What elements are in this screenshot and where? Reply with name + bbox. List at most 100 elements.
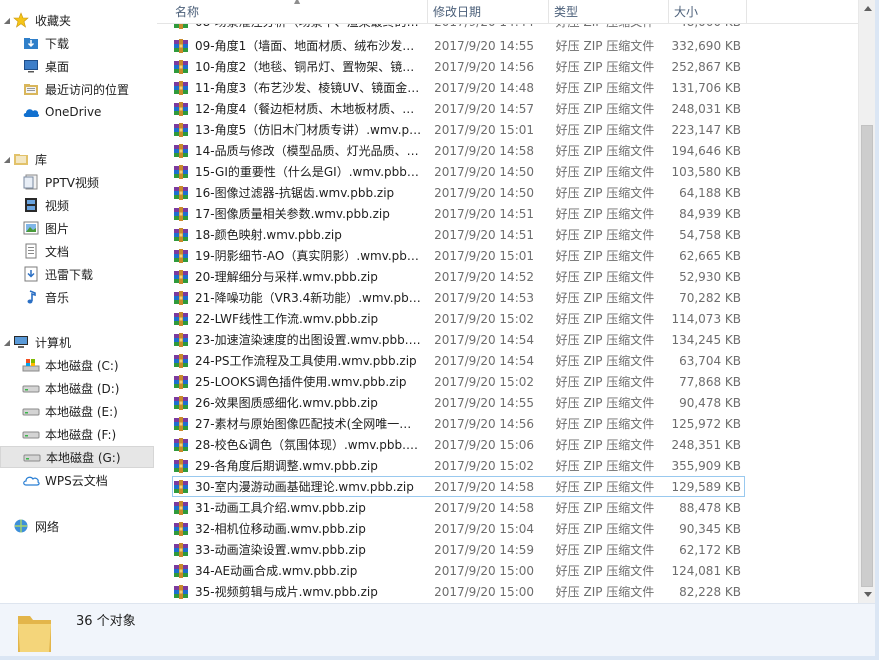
file-name: 24-PS工作流程及工具使用.wmv.pbb.zip	[195, 354, 417, 368]
nav-recent[interactable]: 最近访问的位置	[12, 78, 129, 100]
file-row[interactable]: 21-降噪功能（VR3.4新功能）.wmv.pbb… 2017/9/20 14:5…	[172, 287, 745, 308]
nav-wps-cloud[interactable]: WPS云文档	[12, 469, 108, 491]
recent-places-icon	[22, 81, 40, 97]
file-name-cell: 28-校色&调色（氛围体现）.wmv.pbb.zip	[173, 436, 428, 453]
file-name-cell: 16-图像过滤器-抗锯齿.wmv.pbb.zip	[173, 184, 428, 201]
file-date: 2017/9/20 15:01	[434, 248, 535, 263]
file-row[interactable]: 15-GI的重要性（什么是GI）.wmv.pbb… 2017/9/20 14:50…	[172, 161, 745, 182]
nav-computer-label: 计算机	[35, 335, 72, 350]
nav-favorites[interactable]: ◢ 收藏夹	[2, 9, 71, 31]
details-pane: 36 个对象	[0, 603, 875, 660]
nav-drive-e-label: 本地磁盘 (E:)	[45, 404, 118, 419]
file-name-cell: 17-图像质量相关参数.wmv.pbb.zip	[173, 205, 428, 222]
column-size[interactable]: 大小	[669, 0, 747, 24]
file-name: 35-视频剪辑与成片.wmv.pbb.zip	[195, 585, 378, 599]
nav-libraries[interactable]: ◢ 库	[2, 148, 47, 170]
nav-drive-d[interactable]: 本地磁盘 (D:)	[12, 377, 119, 399]
collapse-arrow-icon[interactable]: ◢	[2, 338, 12, 347]
file-row[interactable]: 18-颜色映射.wmv.pbb.zip 2017/9/20 14:51 好压 ZIP…	[172, 224, 745, 245]
file-row[interactable]: 26-效果图质感细化.wmv.pbb.zip 2017/9/20 14:55 好压 …	[172, 392, 745, 413]
file-size: 82,228 KB	[679, 584, 741, 599]
winrar-archive-icon	[173, 458, 189, 474]
nav-pictures[interactable]: 图片	[12, 217, 69, 239]
nav-videos[interactable]: 视频	[12, 194, 69, 216]
scroll-down-button[interactable]	[859, 586, 876, 603]
file-row[interactable]: 13-角度5（仿旧木门材质专讲）.wmv.p… 2017/9/20 15:01 好压…	[172, 119, 745, 140]
file-row[interactable]: 28-校色&调色（氛围体现）.wmv.pbb.zip 2017/9/20 15:0…	[172, 434, 745, 455]
file-size: 62,665 KB	[679, 248, 741, 263]
file-row[interactable]: 35-视频剪辑与成片.wmv.pbb.zip 2017/9/20 15:00 好压 …	[172, 581, 745, 602]
file-size: 131,706 KB	[671, 80, 741, 95]
column-date[interactable]: 修改日期	[428, 0, 549, 24]
file-row[interactable]: 32-相机位移动画.wmv.pbb.zip 2017/9/20 15:04 好压 Z…	[172, 518, 745, 539]
nav-music[interactable]: 音乐	[12, 286, 69, 308]
file-row[interactable]: 25-LOOKS调色插件使用.wmv.pbb.zip 2017/9/20 15:0…	[172, 371, 745, 392]
file-row[interactable]: 27-素材与原始图像匹配技术(全网唯一独… 2017/9/20 14:56 好压 Z…	[172, 413, 745, 434]
column-type[interactable]: 类型	[549, 0, 669, 24]
nav-drive-c[interactable]: 本地磁盘 (C:)	[12, 354, 119, 376]
file-row[interactable]: 17-图像质量相关参数.wmv.pbb.zip 2017/9/20 14:51 好压…	[172, 203, 745, 224]
nav-desktop-label: 桌面	[45, 59, 70, 74]
winrar-archive-icon	[173, 269, 189, 285]
file-row[interactable]: 11-角度3（布艺沙发、棱镜UV、镜面金… 2017/9/20 14:48 好压 Z…	[172, 77, 745, 98]
file-row[interactable]: 14-品质与修改（模型品质、灯光品质、… 2017/9/20 14:58 好压 ZI…	[172, 140, 745, 161]
file-date: 2017/9/20 14:54	[434, 332, 535, 347]
file-row[interactable]: 09-角度1（墙面、地面材质、绒布沙发… 2017/9/20 14:55 好压 ZI…	[172, 35, 745, 56]
file-date: 2017/9/20 14:52	[434, 269, 535, 284]
winrar-archive-icon	[173, 437, 189, 453]
nav-drive-g[interactable]: 本地磁盘 (G:)	[0, 446, 154, 468]
file-name: 31-动画工具介绍.wmv.pbb.zip	[195, 501, 366, 515]
scroll-up-button[interactable]	[859, 0, 876, 17]
file-row[interactable]: 30-室内漫游动画基础理论.wmv.pbb.zip 2017/9/20 14:58…	[172, 476, 745, 497]
file-row[interactable]: 12-角度4（餐边柜材质、木地板材质、… 2017/9/20 14:57 好压 ZI…	[172, 98, 745, 119]
nav-drive-f-label: 本地磁盘 (F:)	[45, 427, 117, 442]
nav-documents[interactable]: 文档	[12, 240, 69, 262]
vertical-scrollbar[interactable]	[858, 0, 875, 603]
nav-computer[interactable]: ◢ 计算机	[2, 331, 71, 353]
file-name: 12-角度4（餐边柜材质、木地板材质、…	[195, 102, 415, 116]
file-row[interactable]: 22-LWF线性工作流.wmv.pbb.zip 2017/9/20 15:02 好压…	[172, 308, 745, 329]
nav-drive-f[interactable]: 本地磁盘 (F:)	[12, 423, 116, 445]
file-type: 好压 ZIP 压缩文件	[555, 354, 655, 368]
file-row[interactable]: 29-各角度后期调整.wmv.pbb.zip 2017/9/20 15:02 好压 …	[172, 455, 745, 476]
file-row[interactable]: 24-PS工作流程及工具使用.wmv.pbb.zip 2017/9/20 14:5…	[172, 350, 745, 371]
star-icon	[12, 12, 30, 28]
file-type: 好压 ZIP 压缩文件	[555, 81, 655, 95]
collapse-arrow-icon[interactable]: ◢	[2, 155, 12, 164]
file-name: 18-颜色映射.wmv.pbb.zip	[195, 228, 342, 242]
nav-network[interactable]: 网络	[2, 515, 59, 537]
file-row[interactable]: 23-加速渲染速度的出图设置.wmv.pbb.z… 2017/9/20 14:54…	[172, 329, 745, 350]
winrar-archive-icon	[173, 248, 189, 264]
file-size: 88,478 KB	[679, 500, 741, 515]
video-library-icon	[22, 174, 40, 190]
nav-pptv-label: PPTV视频	[45, 175, 100, 190]
file-row[interactable]: 10-角度2（地毯、铜吊灯、置物架、镜… 2017/9/20 14:56 好压 ZI…	[172, 56, 745, 77]
file-type: 好压 ZIP 压缩文件	[555, 564, 655, 578]
nav-pptv[interactable]: PPTV视频	[12, 171, 99, 193]
file-name: 32-相机位移动画.wmv.pbb.zip	[195, 522, 366, 536]
file-type: 好压 ZIP 压缩文件	[555, 165, 655, 179]
column-name[interactable]: 名称	[170, 0, 428, 24]
scroll-thumb[interactable]	[861, 125, 873, 587]
nav-libraries-label: 库	[35, 152, 48, 167]
documents-icon	[22, 243, 40, 259]
nav-onedrive[interactable]: OneDrive	[12, 101, 101, 123]
file-name: 19-阴影细节-AO（真实阴影）.wmv.pbb…	[195, 249, 423, 263]
file-type: 好压 ZIP 压缩文件	[555, 39, 655, 53]
file-row[interactable]: 34-AE动画合成.wmv.pbb.zip 2017/9/20 15:00 好压 Z…	[172, 560, 745, 581]
file-type: 好压 ZIP 压缩文件	[555, 207, 655, 221]
nav-downloads[interactable]: 下载	[12, 32, 69, 54]
nav-desktop[interactable]: 桌面	[12, 55, 69, 77]
file-row[interactable]: 33-动画渲染设置.wmv.pbb.zip 2017/9/20 14:59 好压 Z…	[172, 539, 745, 560]
file-date: 2017/9/20 14:54	[434, 353, 535, 368]
file-name: 17-图像质量相关参数.wmv.pbb.zip	[195, 207, 390, 221]
file-date: 2017/9/20 15:00	[434, 563, 535, 578]
file-row[interactable]: 16-图像过滤器-抗锯齿.wmv.pbb.zip 2017/9/20 14:50 好…	[172, 182, 745, 203]
file-row[interactable]: 31-动画工具介绍.wmv.pbb.zip 2017/9/20 14:58 好压 Z…	[172, 497, 745, 518]
file-name: 33-动画渲染设置.wmv.pbb.zip	[195, 543, 366, 557]
file-row[interactable]: 20-理解细分与采样.wmv.pbb.zip 2017/9/20 14:52 好压 …	[172, 266, 745, 287]
nav-xunlei[interactable]: 迅雷下载	[12, 263, 93, 285]
collapse-arrow-icon[interactable]: ◢	[2, 16, 12, 25]
nav-drive-e[interactable]: 本地磁盘 (E:)	[12, 400, 118, 422]
file-row[interactable]: 19-阴影细节-AO（真实阴影）.wmv.pbb… 2017/9/20 15:01…	[172, 245, 745, 266]
